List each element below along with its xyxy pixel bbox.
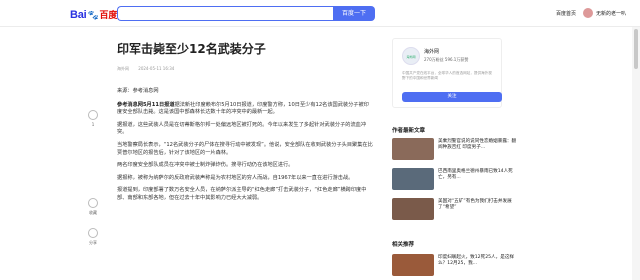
like-button[interactable]: 1 [85,110,101,127]
baidu-logo[interactable]: Bai🐾百度 [70,8,117,21]
article-paragraph: 报道提到，印度部署了数万名安全人员，在纳萨尔派主导的“红色走廊”打击武装分子，“… [117,187,367,201]
lead-paragraph: 参考消息网5月11日报道据法新社印度赖布尔5月10日报道，印度警方称，10日至少… [117,102,373,117]
source-row: 海外网 2024-05-11 16:34 [117,66,182,72]
author-desc: 中国共产党在线平台，全球华人的首选网站，提供海外视野下的中国和世界新闻 [402,71,492,80]
article-paragraph: 据报道，这些武装人员是在切蒂斯格尔邦一处偏远地区被打死的。今年以来发生了多起针对… [117,121,367,136]
like-count: 1 [91,122,95,127]
article-paragraph: 据报称，被称为纳萨尔的反政府武装声称是为农村地区的穷人而战，自1967年以来一直… [117,174,354,181]
favorite-button[interactable]: 收藏 [85,198,101,216]
article-thumbnail [392,198,434,220]
author-name[interactable]: 海外网 [424,48,439,55]
share-button[interactable]: 分享 [85,228,101,246]
author-stats: 270万粉丝 596.1万获赞 [424,57,469,62]
top-bar: Bai🐾百度 百度一下 百度首页 无新的老一叭 [0,0,640,27]
article-thumbnail [392,168,434,190]
scrollbar[interactable] [632,27,640,280]
article-body: 来源：参考消息网 参考消息网5月11日报道据法新社印度赖布尔5月10日报道，印度… [117,88,373,208]
thumb-up-icon [88,110,98,120]
publish-date: 2024-05-11 16:34 [138,66,175,71]
logo-cn: 百度 [99,10,118,20]
scrollbar-thumb[interactable] [634,29,638,69]
follow-button[interactable]: 关注 [402,92,502,102]
latest-articles-title: 作者最新文章 [392,128,426,134]
avatar[interactable] [583,8,593,18]
article-link[interactable]: 巴西南里奥格兰德州暴雨已致14人死亡，另有... [438,169,520,182]
origin-line: 来源：参考消息网 [117,88,159,94]
paw-icon: 🐾 [87,10,99,20]
article-thumbnail [392,138,434,160]
search-input[interactable] [117,6,333,21]
article-paragraph: 两名印度安全部队成员在冲突中被士制炸弹炸伤。搜寻行动仍在该地区进行。 [117,162,294,169]
share-label: 分享 [89,240,97,245]
page-title: 印军击毙至少12名武装分子 [117,42,266,56]
search-button[interactable]: 百度一下 [333,6,375,21]
article-link[interactable]: 印度妇联起火，致12死25人，是这样么？12月25，我... [438,255,520,268]
list-item[interactable]: 印度妇联起火，致12死25人，是这样么？12月25，我... [392,254,522,276]
star-icon [88,198,98,208]
favorite-label: 收藏 [89,210,97,215]
recommend-title: 相关推荐 [392,242,415,248]
lead-bold: 参考消息网5月11日报道 [117,101,175,108]
article-link[interactable]: 美国对“五矿”有色为我们打击并发展了“希望” [438,199,520,212]
list-item[interactable]: 美国对“五矿”有色为我们打击并发展了“希望” [392,198,522,220]
user-name[interactable]: 无新的老一叭 [596,10,626,17]
article-thumbnail [392,254,434,276]
share-icon [88,228,98,238]
home-link[interactable]: 百度首页 [556,10,576,17]
list-item[interactable]: 美乘烈警官说的说同性恋婚姻暴露：翻阅种族否红 印度男子... [392,138,522,160]
article-paragraph: 当地警察局长表示，“12名武装分子的尸体在搜寻行动中被发现”。他说，安全部队在收… [117,141,373,156]
list-item[interactable]: 巴西南里奥格兰德州暴雨已致14人死亡，另有... [392,168,522,190]
article-link[interactable]: 美乘烈警官说的说同性恋婚姻暴露：翻阅种族否红 印度男子... [438,139,520,152]
author-avatar[interactable]: 海外网 [402,47,420,65]
logo-text: Bai [70,9,87,21]
source-name[interactable]: 海外网 [117,66,129,71]
